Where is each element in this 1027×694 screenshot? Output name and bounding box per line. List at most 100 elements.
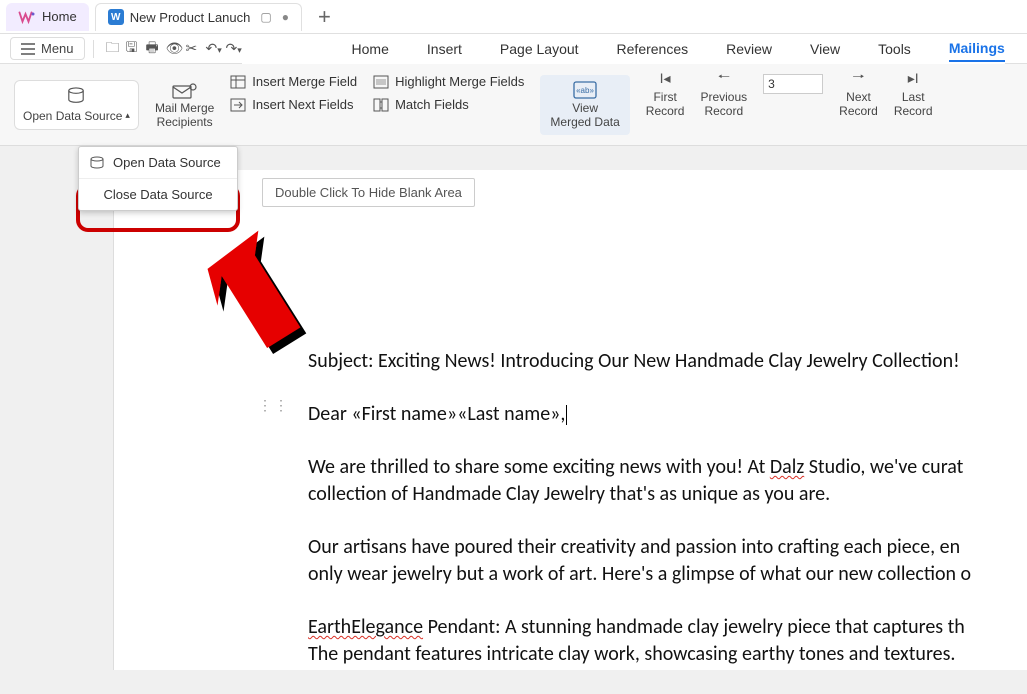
next-record-icon: 🠒 bbox=[852, 68, 864, 88]
previous-record-button[interactable]: 🠐 PreviousRecord bbox=[692, 68, 755, 141]
subject-line: Subject: Exciting News! Introducing Our … bbox=[308, 349, 960, 373]
p4a: Pendant: A stunning handmade clay jewelr… bbox=[423, 615, 965, 639]
undo-icon[interactable]: ↶▾ bbox=[202, 38, 220, 59]
hamburger-menu-button[interactable]: Menu bbox=[10, 37, 85, 60]
redo-icon[interactable]: ↷▾ bbox=[222, 38, 240, 59]
field-icon bbox=[230, 75, 246, 89]
text-cursor bbox=[566, 405, 567, 425]
insert-merge-field-button[interactable]: Insert Merge Field bbox=[228, 72, 359, 91]
dd-close-data-source[interactable]: Close Data Source bbox=[79, 178, 237, 210]
tooltip-text: Double Click To Hide Blank Area bbox=[275, 185, 462, 200]
quick-access-toolbar: Menu 🗀 🖫 🖶 👁 ✂ ↶▾ ↷▾ Home Insert Page La… bbox=[0, 34, 1027, 64]
p2b: Studio, we've curat bbox=[804, 455, 963, 479]
mail-merge-recipients-button[interactable]: Mail MergeRecipients bbox=[147, 68, 222, 141]
first-l1: First bbox=[653, 90, 676, 104]
view-l2: Merged Data bbox=[550, 115, 619, 129]
first-record-icon: I◂ bbox=[660, 68, 671, 88]
document-body[interactable]: Subject: Exciting News! Introducing Our … bbox=[308, 348, 1027, 694]
mmr-l1: Mail Merge bbox=[155, 101, 214, 115]
envelope-person-icon bbox=[172, 81, 198, 101]
p2-dalz: Dalz bbox=[770, 455, 804, 479]
open-data-source-button[interactable]: Open Data Source▴ bbox=[14, 80, 139, 130]
tab-home[interactable]: Home bbox=[352, 37, 389, 61]
svg-text:«ab»: «ab» bbox=[576, 86, 594, 95]
hide-blank-area-tooltip: Double Click To Hide Blank Area bbox=[262, 178, 475, 207]
tab-review[interactable]: Review bbox=[726, 37, 772, 61]
document-tab[interactable]: W New Product Lanuch ▢ ● bbox=[95, 3, 302, 31]
p4-ee: EarthElegance bbox=[308, 615, 423, 639]
match-fields-button[interactable]: Match Fields bbox=[371, 95, 526, 114]
window-tab-bar: Home W New Product Lanuch ▢ ● + bbox=[0, 0, 1027, 34]
last-record-button[interactable]: ▸I LastRecord bbox=[886, 68, 941, 141]
merge-fields-col-2: Highlight Merge Fields Match Fields bbox=[365, 68, 532, 141]
prev-record-icon: 🠐 bbox=[718, 68, 730, 88]
document-tab-label: New Product Lanuch bbox=[130, 10, 251, 25]
match-fields-label: Match Fields bbox=[395, 97, 469, 112]
view-merged-data-button[interactable]: «ab» ViewMerged Data bbox=[532, 68, 637, 141]
dd-open-data-source[interactable]: Open Data Source bbox=[79, 147, 237, 178]
chevron-down-icon: ▴ bbox=[125, 110, 130, 121]
new-tab-button[interactable]: + bbox=[318, 4, 331, 30]
highlight-merge-fields-label: Highlight Merge Fields bbox=[395, 74, 524, 89]
next-record-button[interactable]: 🠒 NextRecord bbox=[831, 68, 886, 141]
view-l1: View bbox=[572, 101, 598, 115]
match-icon bbox=[373, 98, 389, 112]
tab-window-icon[interactable]: ▢ bbox=[260, 10, 271, 24]
merge-field-first-name[interactable]: «First name» bbox=[351, 402, 457, 426]
mailings-ribbon: Open Data Source▴ Mail MergeRecipients I… bbox=[0, 64, 1027, 146]
record-number-input[interactable] bbox=[763, 74, 823, 94]
print-preview-icon[interactable]: 👁 bbox=[162, 38, 180, 59]
mmr-l2: Recipients bbox=[157, 115, 213, 129]
tab-page-layout[interactable]: Page Layout bbox=[500, 37, 579, 61]
highlight-merge-fields-button[interactable]: Highlight Merge Fields bbox=[371, 72, 526, 91]
tab-mailings[interactable]: Mailings bbox=[949, 36, 1005, 62]
first-l2: Record bbox=[646, 104, 685, 118]
menu-label: Menu bbox=[41, 41, 74, 56]
merge-field-last-name[interactable]: «Last name» bbox=[457, 402, 560, 426]
app-home-tab-label: Home bbox=[42, 9, 77, 24]
hamburger-icon bbox=[21, 43, 35, 55]
prev-l1: Previous bbox=[700, 90, 747, 104]
record-number-group bbox=[755, 68, 831, 141]
next-l2: Record bbox=[839, 104, 878, 118]
p3a: Our artisans have poured their creativit… bbox=[308, 535, 960, 559]
last-l1: Last bbox=[902, 90, 925, 104]
word-doc-icon: W bbox=[108, 9, 124, 25]
next-field-icon bbox=[230, 98, 246, 112]
database-small-icon bbox=[89, 156, 105, 170]
prev-l2: Record bbox=[704, 104, 743, 118]
open-icon[interactable]: 🗀 bbox=[102, 35, 120, 63]
cut-icon[interactable]: ✂ bbox=[182, 38, 200, 59]
open-data-source-label: Open Data Source bbox=[23, 109, 122, 123]
ribbon-tab-row: Home Insert Page Layout References Revie… bbox=[242, 34, 1005, 64]
print-icon[interactable]: 🖶 bbox=[142, 35, 160, 63]
separator bbox=[93, 40, 94, 58]
p4b: The pendant features intricate clay work… bbox=[308, 642, 955, 666]
highlight-icon bbox=[373, 75, 389, 89]
app-home-tab[interactable]: Home bbox=[6, 3, 89, 31]
open-data-source-group: Open Data Source▴ bbox=[6, 68, 147, 141]
dd-close-label: Close Data Source bbox=[103, 187, 212, 202]
tab-view[interactable]: View bbox=[810, 37, 840, 61]
insert-next-fields-label: Insert Next Fields bbox=[252, 97, 353, 112]
tab-insert[interactable]: Insert bbox=[427, 37, 462, 61]
wps-logo-icon bbox=[18, 10, 36, 24]
p3b: only wear jewelry but a work of art. Her… bbox=[308, 562, 971, 586]
paragraph-drag-handle[interactable]: ⋮⋮ bbox=[258, 402, 290, 408]
abc-preview-icon: «ab» bbox=[573, 81, 597, 99]
greeting-pre: Dear bbox=[308, 402, 351, 426]
database-icon bbox=[65, 87, 87, 105]
save-icon[interactable]: 🖫 bbox=[122, 35, 140, 63]
merge-fields-col-1: Insert Merge Field Insert Next Fields bbox=[222, 68, 365, 141]
insert-next-fields-button[interactable]: Insert Next Fields bbox=[228, 95, 359, 114]
insert-merge-field-label: Insert Merge Field bbox=[252, 74, 357, 89]
tab-references[interactable]: References bbox=[617, 37, 689, 61]
next-l1: Next bbox=[846, 90, 871, 104]
tab-close-dot[interactable]: ● bbox=[282, 10, 289, 24]
open-data-source-dropdown: Open Data Source Close Data Source bbox=[78, 146, 238, 211]
greeting-post: , bbox=[560, 402, 565, 426]
last-record-icon: ▸I bbox=[908, 68, 919, 88]
first-record-button[interactable]: I◂ FirstRecord bbox=[638, 68, 693, 141]
tab-tools[interactable]: Tools bbox=[878, 37, 911, 61]
p2c: collection of Handmade Clay Jewelry that… bbox=[308, 482, 830, 506]
